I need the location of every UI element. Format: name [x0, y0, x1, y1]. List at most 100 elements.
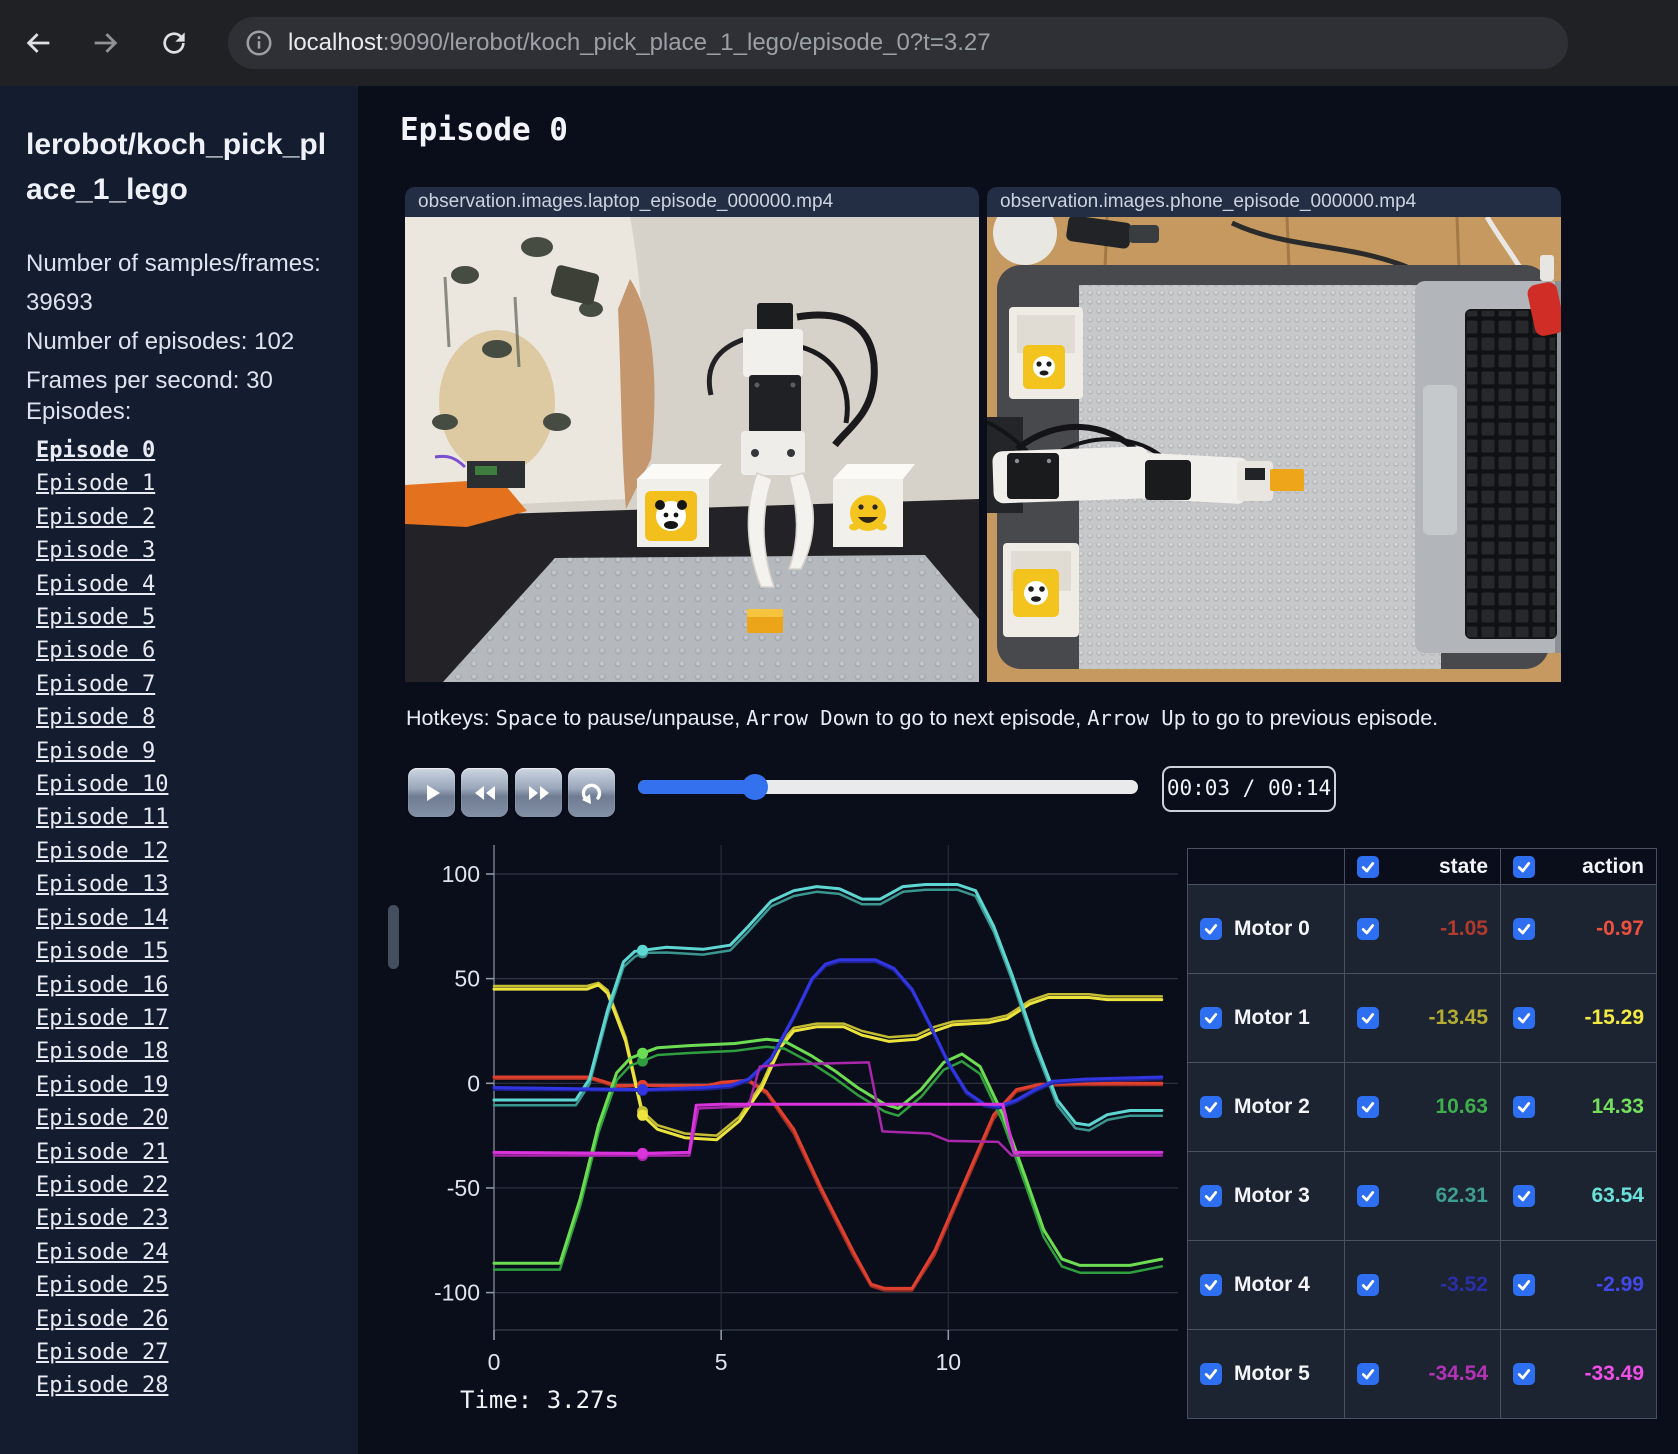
checkbox[interactable] [1513, 1007, 1535, 1029]
motor-label: Motor 4 [1234, 1273, 1310, 1296]
y-tick-label: -50 [447, 1175, 480, 1201]
episode-link[interactable]: Episode 21 [36, 1136, 336, 1169]
episode-link[interactable]: Episode 10 [36, 768, 336, 801]
checkbox[interactable] [1513, 1274, 1535, 1296]
url-path: :9090/lerobot/koch_pick_place_1_lego/epi… [382, 29, 991, 56]
play-button[interactable] [408, 768, 455, 817]
hotkeys-segment: Hotkeys: [406, 706, 496, 730]
checkbox[interactable] [1200, 1363, 1222, 1385]
checkbox[interactable] [1357, 1363, 1379, 1385]
checkbox[interactable] [1200, 1007, 1222, 1029]
motor5_action-current-dot [637, 1147, 649, 1159]
motor-row: Motor 0 -1.05 -0.97 [1187, 884, 1657, 974]
motor-row: Motor 1 -13.45 -15.29 [1187, 973, 1657, 1063]
video-seek-slider[interactable] [638, 774, 1138, 800]
motor1_action-current-dot [637, 1109, 649, 1121]
checkbox[interactable] [1513, 918, 1535, 940]
state-value: 62.31 [1435, 1184, 1488, 1207]
checkbox[interactable] [1357, 1007, 1379, 1029]
video-frame-phone[interactable] [987, 217, 1561, 682]
video-caption-phone: observation.images.phone_episode_000000.… [987, 187, 1561, 217]
checkbox[interactable] [1200, 1096, 1222, 1118]
hotkeys-segment: Space [495, 706, 558, 730]
motor3_state-line [492, 888, 1164, 1132]
y-tick-label: 0 [467, 1070, 480, 1096]
back-icon[interactable] [16, 21, 60, 65]
state-header: state [1438, 854, 1488, 878]
dataset-stat: Number of episodes: 102 [26, 328, 295, 355]
episode-link[interactable]: Episode 18 [36, 1035, 336, 1068]
episode-link[interactable]: Episode 23 [36, 1202, 336, 1235]
episode-link[interactable]: Episode 19 [36, 1069, 336, 1102]
fast-forward-button[interactable] [515, 768, 562, 817]
checkbox[interactable] [1200, 1274, 1222, 1296]
episode-link[interactable]: Episode 2 [36, 501, 336, 534]
time-display: 00:03 / 00:14 [1162, 766, 1336, 812]
main-content: Episode 0 observation.images.laptop_epis… [358, 86, 1678, 1454]
episode-link[interactable]: Episode 24 [36, 1236, 336, 1269]
episode-link[interactable]: Episode 22 [36, 1169, 336, 1202]
episode-link[interactable]: Episode 0 [36, 434, 336, 467]
checkbox[interactable] [1357, 918, 1379, 940]
x-tick-label: 5 [715, 1349, 728, 1375]
hotkeys-segment: to pause/unpause, [557, 706, 747, 730]
episode-link[interactable]: Episode 9 [36, 735, 336, 768]
dataset-stat: Number of samples/frames: 39693 [26, 250, 321, 316]
url-bar[interactable]: localhost:9090/lerobot/koch_pick_place_1… [228, 17, 1568, 69]
checkbox[interactable] [1513, 855, 1535, 878]
action-value: -33.49 [1584, 1362, 1644, 1385]
action-value: 63.54 [1591, 1184, 1644, 1207]
action-header: action [1582, 854, 1644, 878]
checkbox[interactable] [1200, 918, 1222, 940]
video-panel-laptop: observation.images.laptop_episode_000000… [405, 187, 979, 682]
seek-thumb[interactable] [742, 774, 768, 800]
episode-link[interactable]: Episode 6 [36, 634, 336, 667]
episode-link[interactable]: Episode 28 [36, 1369, 336, 1402]
motor-timeseries-chart[interactable]: 100 50 0 -50 -100 0 5 10 [358, 830, 1188, 1440]
episode-link[interactable]: Episode 27 [36, 1336, 336, 1369]
rewind-button[interactable] [461, 768, 508, 817]
loop-button[interactable] [568, 768, 615, 817]
checkbox[interactable] [1357, 1096, 1379, 1118]
checkbox[interactable] [1513, 1185, 1535, 1207]
checkbox[interactable] [1513, 1363, 1535, 1385]
x-tick-label: 0 [488, 1349, 501, 1375]
video-frame-laptop[interactable] [405, 217, 979, 682]
y-tick-label: -100 [434, 1280, 480, 1306]
episode-link[interactable]: Episode 13 [36, 868, 336, 901]
episode-link[interactable]: Episode 15 [36, 935, 336, 968]
episode-link[interactable]: Episode 7 [36, 668, 336, 701]
episode-link[interactable]: Episode 5 [36, 601, 336, 634]
episode-link[interactable]: Episode 3 [36, 534, 336, 567]
episode-link[interactable]: Episode 17 [36, 1002, 336, 1035]
state-value: 10.63 [1435, 1095, 1488, 1118]
episode-link[interactable]: Episode 8 [36, 701, 336, 734]
episode-link[interactable]: Episode 25 [36, 1269, 336, 1302]
checkbox[interactable] [1200, 1185, 1222, 1207]
checkbox[interactable] [1357, 1274, 1379, 1296]
motor-label: Motor 5 [1234, 1362, 1310, 1385]
browser-toolbar: localhost:9090/lerobot/koch_pick_place_1… [0, 0, 1678, 86]
checkbox[interactable] [1357, 1185, 1379, 1207]
hotkeys-help: Hotkeys: Space to pause/unpause, Arrow D… [406, 706, 1438, 731]
site-info-icon[interactable] [244, 28, 274, 58]
motor-row: Motor 5 -34.54 -33.49 [1187, 1329, 1657, 1419]
episode-link[interactable]: Episode 14 [36, 902, 336, 935]
page-title: Episode 0 [400, 112, 568, 148]
episode-link[interactable]: Episode 20 [36, 1102, 336, 1135]
episode-link[interactable]: Episode 26 [36, 1303, 336, 1336]
hotkeys-segment: Arrow Up [1087, 706, 1186, 730]
episode-link[interactable]: Episode 4 [36, 568, 336, 601]
episode-link[interactable]: Episode 11 [36, 801, 336, 834]
forward-icon[interactable] [84, 21, 128, 65]
episode-link[interactable]: Episode 16 [36, 969, 336, 1002]
episodes-label: Episodes: [26, 398, 132, 425]
state-value: -34.54 [1428, 1362, 1488, 1385]
url-host: localhost [288, 29, 383, 56]
episode-link[interactable]: Episode 12 [36, 835, 336, 868]
checkbox[interactable] [1513, 1096, 1535, 1118]
motor-row: Motor 3 62.31 63.54 [1187, 1151, 1657, 1241]
checkbox[interactable] [1357, 855, 1379, 878]
episode-link[interactable]: Episode 1 [36, 467, 336, 500]
reload-icon[interactable] [152, 21, 196, 65]
